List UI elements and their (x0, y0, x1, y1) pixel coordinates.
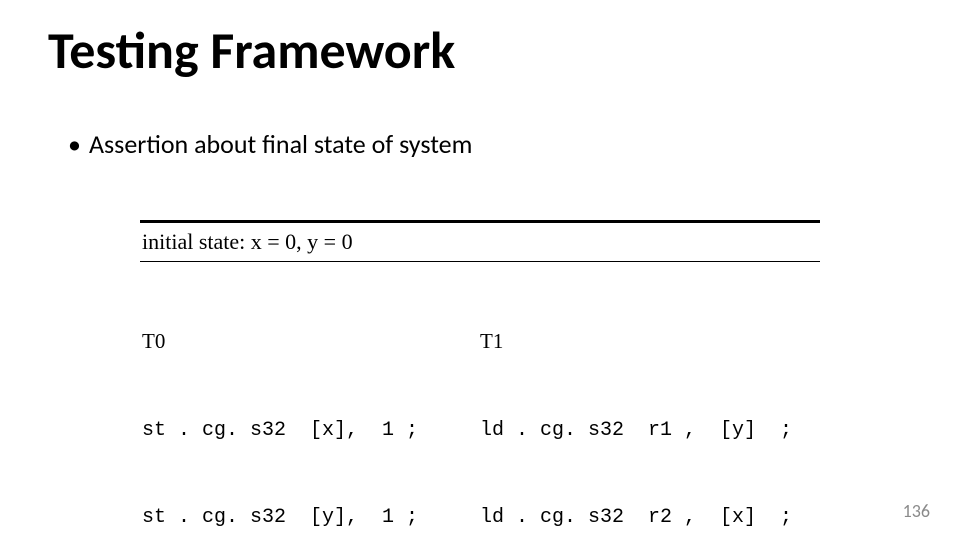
initial-label: initial state: (142, 229, 245, 254)
thread1-line0: ld . cg. s32 r1 , [y] ; (480, 416, 818, 445)
thread-col-0: T0 st . cg. s32 [x], 1 ; st . cg. s32 [y… (142, 268, 480, 540)
initial-expr: x = 0, y = 0 (251, 229, 353, 254)
bullet-item: • Assertion about final state of system (68, 128, 472, 162)
bullet-text: Assertion about final state of system (89, 128, 472, 160)
thread-name-1: T1 (480, 326, 818, 356)
slide: Testing Framework • Assertion about fina… (0, 0, 960, 540)
thread-name-0: T0 (142, 326, 480, 356)
code-table: initial state: x = 0, y = 0 T0 st . cg. … (140, 220, 820, 540)
thread0-line1: st . cg. s32 [y], 1 ; (142, 503, 480, 532)
thread-col-1: T1 ld . cg. s32 r1 , [y] ; ld . cg. s32 … (480, 268, 818, 540)
thread1-line1: ld . cg. s32 r2 , [x] ; (480, 503, 818, 532)
initial-state-row: initial state: x = 0, y = 0 (140, 223, 820, 261)
threads-block: T0 st . cg. s32 [x], 1 ; st . cg. s32 [y… (140, 262, 820, 540)
page-number: 136 (903, 500, 930, 522)
thread0-line0: st . cg. s32 [x], 1 ; (142, 416, 480, 445)
bullet-marker: • (68, 128, 81, 162)
slide-title: Testing Framework (48, 18, 455, 82)
